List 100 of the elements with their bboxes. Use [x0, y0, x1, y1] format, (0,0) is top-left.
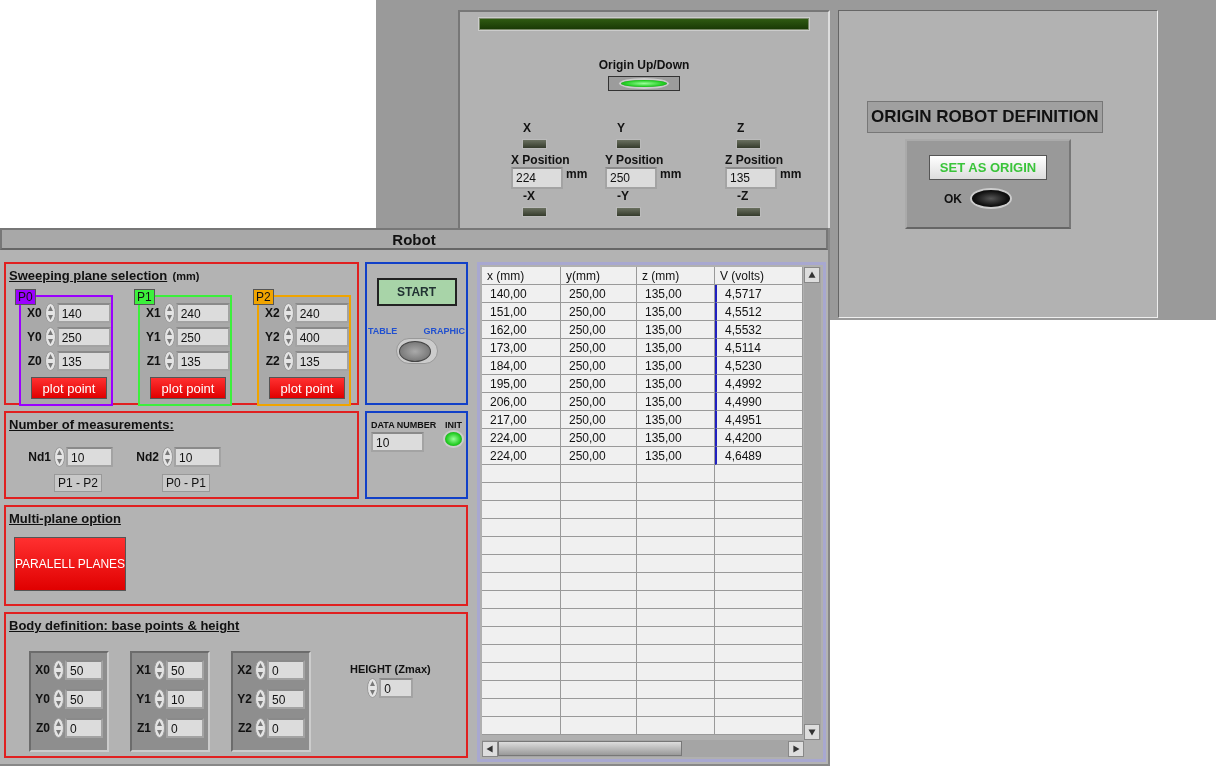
start-button[interactable]: START: [376, 278, 457, 306]
scroll-down-icon[interactable]: [804, 724, 820, 740]
spinner-arrows-icon[interactable]: [53, 689, 64, 709]
input-field[interactable]: 10: [166, 689, 204, 709]
table-cell: 206,00: [482, 393, 561, 411]
column-header: V (volts): [715, 267, 803, 285]
table-cell: 135,00: [637, 411, 715, 429]
spinner-arrows-icon[interactable]: [163, 351, 175, 371]
table-cell: 250,00: [561, 375, 637, 393]
table-cell: 250,00: [561, 339, 637, 357]
scrollbar-thumb[interactable]: [498, 741, 682, 756]
spinner-arrows-icon[interactable]: [163, 327, 175, 347]
position-label: Z Position: [725, 153, 783, 167]
spinner-arrows-icon[interactable]: [154, 660, 165, 680]
led-label: OK: [944, 191, 962, 206]
input-field[interactable]: 0: [379, 678, 414, 698]
spinner-arrows-icon[interactable]: [282, 303, 294, 323]
horizontal-scrollbar[interactable]: [482, 740, 804, 757]
parallel-planes-button[interactable]: PARALELL PLANES: [14, 537, 126, 591]
input-field[interactable]: 135: [56, 351, 111, 371]
field-label: Y2: [236, 692, 253, 706]
table-cell: 224,00: [482, 447, 561, 465]
spinner-arrows-icon[interactable]: [255, 660, 266, 680]
table-cell: 250,00: [561, 393, 637, 411]
input-field[interactable]: 50: [267, 689, 305, 709]
point-tag: P1: [134, 289, 155, 305]
input-field[interactable]: 10: [174, 447, 221, 467]
spinner-arrows-icon[interactable]: [44, 327, 56, 347]
table-cell: 250,00: [561, 303, 637, 321]
table-cell: 135,00: [637, 429, 715, 447]
field-label: Z2: [264, 354, 281, 368]
spinner-arrows-icon[interactable]: [44, 351, 56, 371]
table-cell: 151,00: [482, 303, 561, 321]
scroll-right-icon[interactable]: [788, 740, 804, 757]
table-cell: 4,6489: [715, 447, 803, 465]
spinner-arrows-icon[interactable]: [282, 351, 294, 371]
input-field[interactable]: 250: [56, 327, 111, 347]
toggle-switch[interactable]: [395, 338, 438, 364]
spinner-arrows-icon[interactable]: [53, 718, 64, 738]
table-cell: 135,00: [637, 393, 715, 411]
field-label: X0: [34, 663, 51, 677]
vertical-scrollbar[interactable]: [804, 267, 821, 740]
position-field[interactable]: 135: [725, 167, 777, 189]
spinner-arrows-icon[interactable]: [367, 678, 379, 698]
axis-label: -Y: [617, 189, 629, 203]
field-label: X2: [263, 306, 281, 320]
input-field[interactable]: 0: [267, 660, 305, 680]
scroll-left-icon[interactable]: [482, 740, 498, 757]
input-field[interactable]: 135: [175, 351, 230, 371]
input-field[interactable]: 140: [56, 303, 111, 323]
table-cell: 250,00: [561, 285, 637, 303]
field-label: X2: [236, 663, 253, 677]
spinner-arrows-icon[interactable]: [53, 660, 64, 680]
position-label: X Position: [511, 153, 570, 167]
spinner-arrows-icon[interactable]: [163, 303, 175, 323]
input-field[interactable]: 240: [294, 303, 349, 323]
field-label: X1: [135, 663, 152, 677]
input-field[interactable]: 50: [166, 660, 204, 680]
spinner-arrows-icon[interactable]: [255, 689, 266, 709]
input-field[interactable]: 0: [166, 718, 204, 738]
spinner-arrows-icon[interactable]: [154, 718, 165, 738]
input-field[interactable]: 0: [65, 718, 103, 738]
input-field[interactable]: 10: [66, 447, 113, 467]
spinner-arrows-icon[interactable]: [54, 447, 65, 467]
table-cell: 135,00: [637, 303, 715, 321]
spinner-arrows-icon[interactable]: [255, 718, 266, 738]
spinner-arrows-icon[interactable]: [162, 447, 173, 467]
plot-point-button[interactable]: plot point: [31, 377, 107, 399]
input-field[interactable]: 135: [294, 351, 349, 371]
section-title: ORIGIN ROBOT DEFINITION: [867, 101, 1103, 133]
input-field[interactable]: 240: [175, 303, 230, 323]
unit-label: mm: [780, 167, 802, 181]
unit-label: mm: [660, 167, 682, 181]
position-field[interactable]: 224: [511, 167, 563, 189]
point-tag: P0: [15, 289, 36, 305]
spinner-arrows-icon[interactable]: [44, 303, 56, 323]
table-cell: 4,4200: [715, 429, 803, 447]
input-field[interactable]: 50: [65, 660, 103, 680]
spinner-arrows-icon[interactable]: [282, 327, 294, 347]
position-field[interactable]: 250: [605, 167, 657, 189]
table-cell: 4,5717: [715, 285, 803, 303]
input-field[interactable]: 400: [294, 327, 349, 347]
input-field[interactable]: 0: [267, 718, 305, 738]
input-field[interactable]: 250: [175, 327, 230, 347]
table-cell: 4,4990: [715, 393, 803, 411]
table-cell: 135,00: [637, 447, 715, 465]
column-header: x (mm): [482, 267, 561, 285]
table-cell: 4,4992: [715, 375, 803, 393]
field-label: HEIGHT (Zmax): [350, 663, 431, 675]
plot-point-button[interactable]: plot point: [269, 377, 345, 399]
plot-point-button[interactable]: plot point: [150, 377, 226, 399]
scroll-up-icon[interactable]: [804, 267, 820, 283]
data-number-field: 10: [371, 432, 424, 452]
table-cell: 217,00: [482, 411, 561, 429]
input-field[interactable]: 50: [65, 689, 103, 709]
column-header: y(mm): [561, 267, 637, 285]
spinner-arrows-icon[interactable]: [154, 689, 165, 709]
unit-label: (mm): [172, 269, 200, 282]
field-label: Z0: [26, 354, 43, 368]
column-header: z (mm): [637, 267, 715, 285]
